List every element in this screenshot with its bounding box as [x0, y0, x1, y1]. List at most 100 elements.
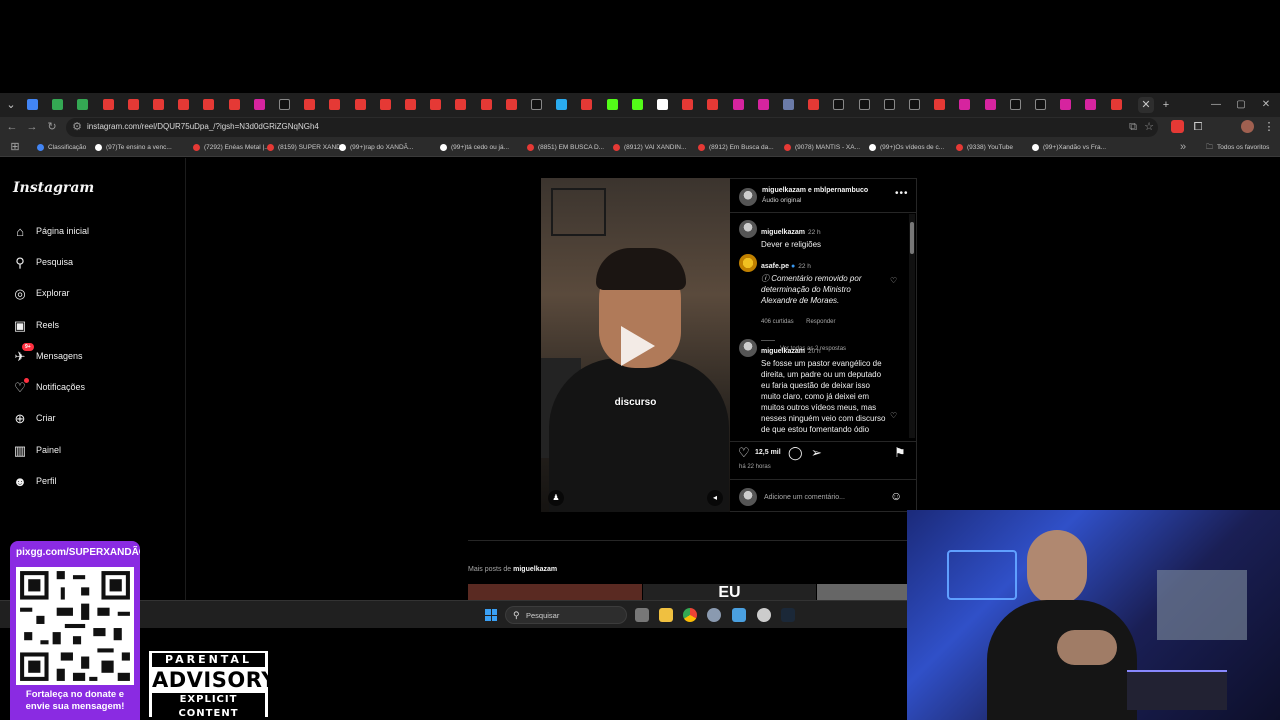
tab-favicon[interactable]: [984, 99, 996, 110]
instagram-logo[interactable]: Instagram: [13, 180, 94, 196]
comment-avatar[interactable]: [739, 339, 757, 357]
tab-favicon[interactable]: [959, 99, 971, 110]
tab-favicon[interactable]: [1009, 99, 1021, 110]
steam-icon[interactable]: [781, 608, 795, 622]
tab-favicon[interactable]: [1035, 99, 1046, 110]
like-icon[interactable]: ♡: [738, 445, 750, 461]
extensions-puzzle-icon[interactable]: ⧠: [1191, 120, 1205, 134]
nav-notifications[interactable]: ♡ Notificações: [12, 378, 172, 398]
comment-user[interactable]: miguelkazam: [761, 229, 805, 236]
nav-home[interactable]: ⌂ Página inicial: [12, 222, 172, 242]
tab-favicon[interactable]: [329, 99, 341, 110]
reel-video[interactable]: discurso ♟ ◂: [541, 178, 730, 512]
bookmark-item[interactable]: (99+)tá cedo ou já...: [440, 142, 509, 153]
audio-label[interactable]: Áudio original: [762, 197, 801, 204]
install-app-icon[interactable]: ⧉: [1126, 120, 1140, 134]
profile-avatar[interactable]: [1241, 120, 1254, 133]
file-explorer-icon[interactable]: [659, 608, 673, 622]
tab-favicon[interactable]: [808, 99, 820, 110]
comment-like-icon[interactable]: ♡: [890, 276, 897, 285]
tab-favicon[interactable]: [379, 99, 391, 110]
nav-search[interactable]: ⚲ Pesquisa: [12, 253, 172, 273]
tab-favicon[interactable]: [581, 99, 593, 110]
tab-favicon[interactable]: [178, 99, 190, 110]
comments-scrollbar[interactable]: [909, 214, 915, 438]
tab-favicon[interactable]: [153, 99, 164, 110]
back-icon[interactable]: ←: [5, 120, 19, 134]
windows-start-icon[interactable]: [485, 609, 497, 621]
comment-avatar[interactable]: [739, 254, 757, 272]
nav-reels[interactable]: ▣ Reels: [12, 316, 172, 336]
comment-like-icon[interactable]: ♡: [890, 411, 897, 420]
new-tab-button[interactable]: +: [1158, 97, 1174, 113]
tab-favicon[interactable]: [531, 99, 542, 110]
tab-favicon[interactable]: [405, 99, 416, 110]
extension-icon[interactable]: [1171, 120, 1184, 133]
emoji-icon[interactable]: ☺: [890, 489, 902, 503]
tab-favicon[interactable]: [304, 99, 316, 110]
nav-profile[interactable]: ☻ Perfil: [12, 472, 172, 492]
tab-favicon[interactable]: [556, 99, 568, 110]
tab-favicon[interactable]: [102, 99, 114, 110]
tab-favicon[interactable]: [757, 99, 769, 110]
bookmark-item[interactable]: (8159) SUPER XAND...: [267, 142, 346, 153]
bookmark-item[interactable]: (8912) Em Busca da...: [698, 142, 774, 153]
nav-explore[interactable]: ◎ Explorar: [12, 284, 172, 304]
bookmark-item[interactable]: Classificação: [37, 142, 86, 153]
tab-favicon[interactable]: [783, 99, 794, 110]
bookmark-item[interactable]: (8912) VAI XANDIN...: [613, 142, 686, 153]
tab-search-icon[interactable]: ⌄: [3, 97, 19, 113]
bookmark-star-icon[interactable]: ☆: [1142, 120, 1156, 134]
tab-favicon[interactable]: [909, 99, 920, 110]
tab-favicon[interactable]: [52, 99, 64, 110]
bookmark-item[interactable]: (9338) YouTube: [956, 142, 1013, 153]
post-authors[interactable]: miguelkazam e mblpernambuco: [762, 187, 868, 194]
reply-button[interactable]: Responder: [806, 319, 835, 325]
nav-messages[interactable]: ✈ 9+ Mensagens: [12, 343, 172, 367]
tab-favicon[interactable]: [253, 99, 265, 110]
tab-favicon[interactable]: [631, 99, 643, 110]
bookmark-item[interactable]: (8851) EM BUSCA D...: [527, 142, 604, 153]
all-bookmarks-folder[interactable]: 🗀 Todos os favoritos: [1206, 142, 1269, 153]
tab-favicon[interactable]: [430, 99, 442, 110]
tab-favicon[interactable]: [732, 99, 744, 110]
site-settings-icon[interactable]: ⚙: [70, 120, 84, 134]
tab-favicon[interactable]: [77, 99, 89, 110]
comment-user[interactable]: miguelkazam: [761, 348, 805, 355]
comment-icon[interactable]: ◯: [788, 445, 803, 461]
tab-favicon[interactable]: [1060, 99, 1072, 110]
more-bookmarks-icon[interactable]: »: [1176, 140, 1190, 154]
tab-favicon[interactable]: [1085, 99, 1097, 110]
more-posts-user[interactable]: miguelkazam: [513, 566, 557, 573]
comment-input[interactable]: Adicione um comentário...: [764, 494, 845, 501]
nav-dashboard[interactable]: ▥ Painel: [12, 441, 172, 461]
tab-favicon[interactable]: [657, 99, 668, 110]
taskbar-search[interactable]: ⚲ Pesquisar: [505, 606, 627, 624]
forward-icon[interactable]: →: [25, 120, 39, 134]
close-tab-icon[interactable]: ✕: [1138, 97, 1154, 113]
chrome-icon[interactable]: [683, 608, 697, 622]
author-avatar[interactable]: [739, 188, 757, 206]
app-icon[interactable]: [757, 608, 771, 622]
address-bar[interactable]: ⚙ instagram.com/reel/DQUR75uDpa_/?igsh=N…: [66, 118, 1158, 137]
tab-favicon[interactable]: [228, 99, 240, 110]
likes-count[interactable]: 12,5 mil: [755, 449, 781, 456]
share-icon[interactable]: ➢: [811, 445, 822, 461]
tab-favicon[interactable]: [934, 99, 946, 110]
app-icon[interactable]: [732, 608, 746, 622]
tab-favicon[interactable]: [858, 99, 870, 110]
tab-favicon[interactable]: [480, 99, 492, 110]
tab-favicon[interactable]: [203, 99, 215, 110]
tab-favicon[interactable]: [27, 99, 38, 110]
bookmark-item[interactable]: (99+)Os vídeos de c...: [869, 142, 944, 153]
bookmark-item[interactable]: (99+)Xandão vs Fra...: [1032, 142, 1106, 153]
comment-likes[interactable]: 406 curtidas: [761, 319, 794, 325]
tab-favicon[interactable]: [1110, 99, 1122, 110]
tab-favicon[interactable]: [682, 99, 694, 110]
minimize-button[interactable]: —: [1208, 97, 1224, 113]
reload-icon[interactable]: ↻: [45, 120, 59, 134]
scroll-thumb[interactable]: [910, 222, 914, 254]
maximize-button[interactable]: ▢: [1233, 97, 1249, 113]
apps-grid-icon[interactable]: ⊞: [8, 140, 22, 154]
bookmark-item[interactable]: (9078) MANTIS - XA...: [784, 142, 860, 153]
